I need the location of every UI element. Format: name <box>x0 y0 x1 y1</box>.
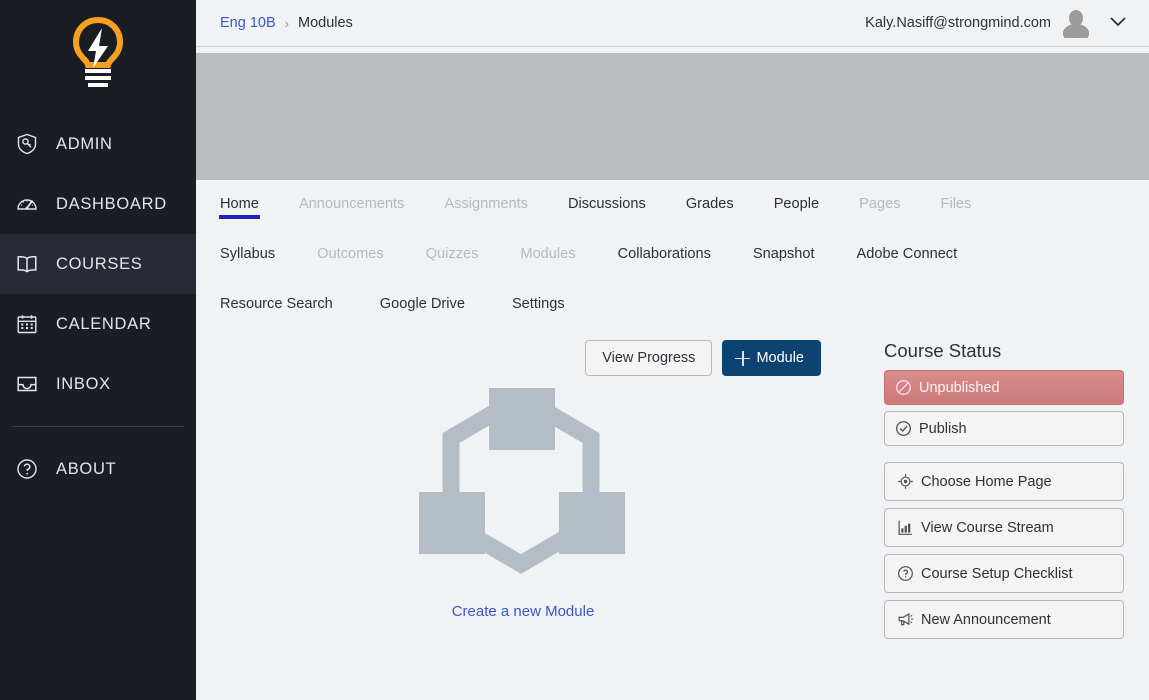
course-setup-checklist-button[interactable]: Course Setup Checklist <box>884 554 1124 593</box>
book-icon <box>14 251 40 277</box>
tab-row-1: Home Announcements Assignments Discussio… <box>196 180 1149 230</box>
course-status-title: Course Status <box>884 340 1002 361</box>
course-banner-image <box>196 53 1149 180</box>
breadcrumb-course-link[interactable]: Eng 10B <box>220 15 276 31</box>
tab-resource-search[interactable]: Resource Search <box>220 280 333 312</box>
target-icon <box>897 473 914 490</box>
tab-snapshot[interactable]: Snapshot <box>753 230 815 262</box>
tab-grades[interactable]: Grades <box>686 180 734 212</box>
modules-toolbar: View Progress Module <box>220 330 846 376</box>
tab-adobe-connect[interactable]: Adobe Connect <box>857 230 958 262</box>
sidebar-item-courses[interactable]: COURSES <box>0 234 196 294</box>
tab-assignments[interactable]: Assignments <box>444 180 528 212</box>
course-status-rail: Course Status Unpublished Publish Choose… <box>870 330 1149 675</box>
view-course-stream-button[interactable]: View Course Stream <box>884 508 1124 547</box>
course-setup-checklist-label: Course Setup Checklist <box>921 565 1073 582</box>
lightbulb-logo-icon <box>72 17 124 87</box>
new-announcement-label: New Announcement <box>921 611 1051 628</box>
tab-announcements[interactable]: Announcements <box>299 180 404 212</box>
tab-row-3: Resource Search Google Drive Settings <box>196 280 1149 330</box>
gauge-icon <box>14 191 40 217</box>
breadcrumb: Eng 10B › Modules <box>220 15 353 31</box>
unpublished-label: Unpublished <box>919 379 1000 396</box>
unpublished-status-button[interactable]: Unpublished <box>884 370 1124 405</box>
user-email: Kaly.Nasiff@strongmind.com <box>865 15 1051 31</box>
check-circle-icon <box>895 420 912 437</box>
tab-pages[interactable]: Pages <box>859 180 900 212</box>
sidebar-item-label: ABOUT <box>56 459 117 478</box>
view-course-stream-label: View Course Stream <box>921 519 1054 536</box>
new-announcement-button[interactable]: New Announcement <box>884 600 1124 639</box>
sidebar-item-label: CALENDAR <box>56 314 152 333</box>
tab-people[interactable]: People <box>774 180 819 212</box>
sidebar-item-calendar[interactable]: CALENDAR <box>0 294 196 354</box>
tab-settings[interactable]: Settings <box>512 280 565 312</box>
tab-modules[interactable]: Modules <box>520 230 575 262</box>
question-circle-icon <box>14 456 40 482</box>
tab-syllabus[interactable]: Syllabus <box>220 230 275 262</box>
no-entry-icon <box>895 379 912 396</box>
user-menu-toggle[interactable] <box>1101 10 1135 36</box>
app-root: ADMIN DASHBOARD COURSES CALENDAR INBOX A… <box>0 0 1149 700</box>
main-region: Eng 10B › Modules Kaly.Nasiff@strongmind… <box>196 0 1149 700</box>
publish-button[interactable]: Publish <box>884 411 1124 446</box>
publish-label: Publish <box>919 420 967 437</box>
create-new-module-link[interactable]: Create a new Module <box>452 603 595 620</box>
top-bar: Eng 10B › Modules Kaly.Nasiff@strongmind… <box>196 0 1149 47</box>
choose-home-page-button[interactable]: Choose Home Page <box>884 462 1124 501</box>
breadcrumb-separator: › <box>284 15 289 31</box>
chevron-down-icon <box>1110 17 1126 27</box>
sidebar-item-admin[interactable]: ADMIN <box>0 114 196 174</box>
sidebar-item-label: INBOX <box>56 374 111 393</box>
tab-outcomes[interactable]: Outcomes <box>317 230 384 262</box>
logo-container[interactable] <box>0 0 196 108</box>
global-sidebar: ADMIN DASHBOARD COURSES CALENDAR INBOX A… <box>0 0 220 700</box>
sidebar-item-dashboard[interactable]: DASHBOARD <box>0 174 196 234</box>
sidebar-item-inbox[interactable]: INBOX <box>0 354 196 414</box>
tab-home[interactable]: Home <box>219 180 260 219</box>
megaphone-icon <box>897 611 914 628</box>
bar-chart-icon <box>897 519 914 536</box>
plus-icon <box>735 350 751 366</box>
course-nav-tabs: Home Announcements Assignments Discussio… <box>196 180 1149 330</box>
sidebar-item-label: DASHBOARD <box>56 194 167 213</box>
calendar-icon <box>14 311 40 337</box>
sidebar-divider <box>12 426 184 427</box>
tab-collaborations[interactable]: Collaborations <box>618 230 711 262</box>
view-progress-button[interactable]: View Progress <box>585 340 713 376</box>
modules-panel: View Progress Module Create a new Module <box>196 330 870 675</box>
add-module-button[interactable]: Module <box>722 340 821 376</box>
add-module-label: Module <box>756 350 804 366</box>
tab-google-drive[interactable]: Google Drive <box>380 280 465 312</box>
tab-row-2: Syllabus Outcomes Quizzes Modules Collab… <box>196 230 1149 280</box>
user-avatar-icon[interactable] <box>1061 8 1091 38</box>
inbox-icon <box>14 371 40 397</box>
sidebar-item-about[interactable]: ABOUT <box>0 439 196 499</box>
course-action-list: Choose Home Page View Course Stream Cour… <box>884 462 1124 639</box>
tab-files[interactable]: Files <box>941 180 972 212</box>
modules-placeholder-graphic <box>419 388 625 574</box>
breadcrumb-current: Modules <box>297 15 353 31</box>
choose-home-page-label: Choose Home Page <box>921 473 1052 490</box>
tab-quizzes[interactable]: Quizzes <box>426 230 479 262</box>
content-area: View Progress Module Create a new Module <box>196 330 1149 675</box>
top-bar-right: Kaly.Nasiff@strongmind.com <box>865 8 1135 38</box>
shield-key-icon <box>14 131 40 157</box>
sidebar-item-label: COURSES <box>56 254 143 273</box>
sidebar-nav-list: ADMIN DASHBOARD COURSES CALENDAR INBOX A… <box>0 114 196 499</box>
question-circle-icon <box>897 565 914 582</box>
tab-discussions[interactable]: Discussions <box>568 180 646 212</box>
sidebar-item-label: ADMIN <box>56 134 113 153</box>
modules-empty-state: Create a new Module <box>220 388 846 620</box>
